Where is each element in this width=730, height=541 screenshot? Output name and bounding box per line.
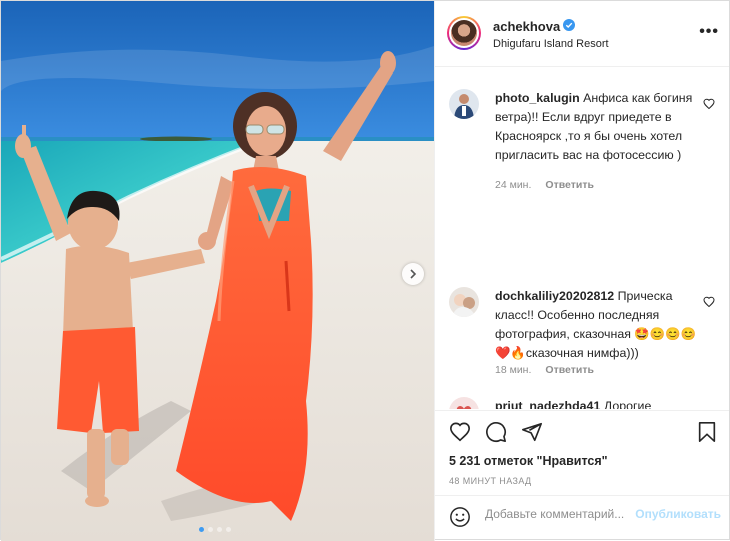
post-header: achekhova Dhigufaru Island Resort ••• xyxy=(435,1,729,67)
carousel-dot xyxy=(199,527,204,532)
comment-text: Дорогие xyxy=(603,399,652,409)
publish-button[interactable]: Опубликовать xyxy=(635,507,721,521)
comment-item: dochkaliliy20202812 Прическа класс!! Осо… xyxy=(449,287,715,387)
like-comment-heart-icon[interactable] xyxy=(703,98,715,110)
share-icon[interactable] xyxy=(521,421,543,443)
like-comment-heart-icon[interactable] xyxy=(703,296,715,308)
reply-button[interactable]: Ответить xyxy=(545,364,594,376)
likes-count[interactable]: 5 231 отметок "Нравится" xyxy=(449,454,608,468)
comment-username[interactable]: dochkaliliy20202812 xyxy=(495,289,614,303)
chevron-right-icon xyxy=(410,269,417,279)
comment-time: 18 мин. xyxy=(495,364,532,376)
comment-item: photo_kalugin Анфиса как богиня ветра)!!… xyxy=(449,89,715,199)
avatar-image xyxy=(451,20,477,46)
post-location[interactable]: Dhigufaru Island Resort xyxy=(493,38,609,50)
add-comment-input[interactable] xyxy=(485,507,635,521)
carousel-dot xyxy=(226,527,231,532)
more-options-button[interactable]: ••• xyxy=(699,23,719,41)
reply-button[interactable]: Ответить xyxy=(545,179,594,191)
commenter-avatar[interactable] xyxy=(449,89,479,119)
author-avatar[interactable] xyxy=(447,16,481,50)
post-side-panel: achekhova Dhigufaru Island Resort ••• ph… xyxy=(434,1,729,541)
heart-icon[interactable] xyxy=(449,421,471,443)
emoji-icon[interactable] xyxy=(449,506,471,528)
commenter-avatar[interactable] xyxy=(449,397,479,409)
comment-item: priut_nadezhda41 Дорогие xyxy=(449,397,715,409)
post-photo[interactable] xyxy=(1,1,434,541)
post-actions: 5 231 отметок "Нравится" 48 МИНУТ НАЗАД … xyxy=(435,410,729,533)
comment-username[interactable]: priut_nadezhda41 xyxy=(495,399,600,409)
post-card: achekhova Dhigufaru Island Resort ••• ph… xyxy=(0,0,730,541)
comments-list: photo_kalugin Анфиса как богиня ветра)!!… xyxy=(435,67,729,409)
comment-icon[interactable] xyxy=(485,421,507,443)
comment-username[interactable]: photo_kalugin xyxy=(495,91,580,105)
comment-meta: 18 мин. Ответить xyxy=(495,364,608,376)
add-comment-row: Опубликовать xyxy=(435,495,729,533)
carousel-dot xyxy=(208,527,213,532)
carousel-dot xyxy=(217,527,222,532)
commenter-avatar[interactable] xyxy=(449,287,479,317)
verified-badge-icon xyxy=(563,19,575,31)
next-photo-button[interactable] xyxy=(402,263,424,285)
post-timestamp[interactable]: 48 МИНУТ НАЗАД xyxy=(449,476,532,486)
beach-photo xyxy=(1,1,434,541)
bookmark-icon[interactable] xyxy=(697,421,717,443)
carousel-indicator xyxy=(199,527,231,532)
comment-meta: 24 мин. Ответить xyxy=(495,179,608,191)
author-username[interactable]: achekhova xyxy=(493,19,560,34)
comment-time: 24 мин. xyxy=(495,179,532,191)
